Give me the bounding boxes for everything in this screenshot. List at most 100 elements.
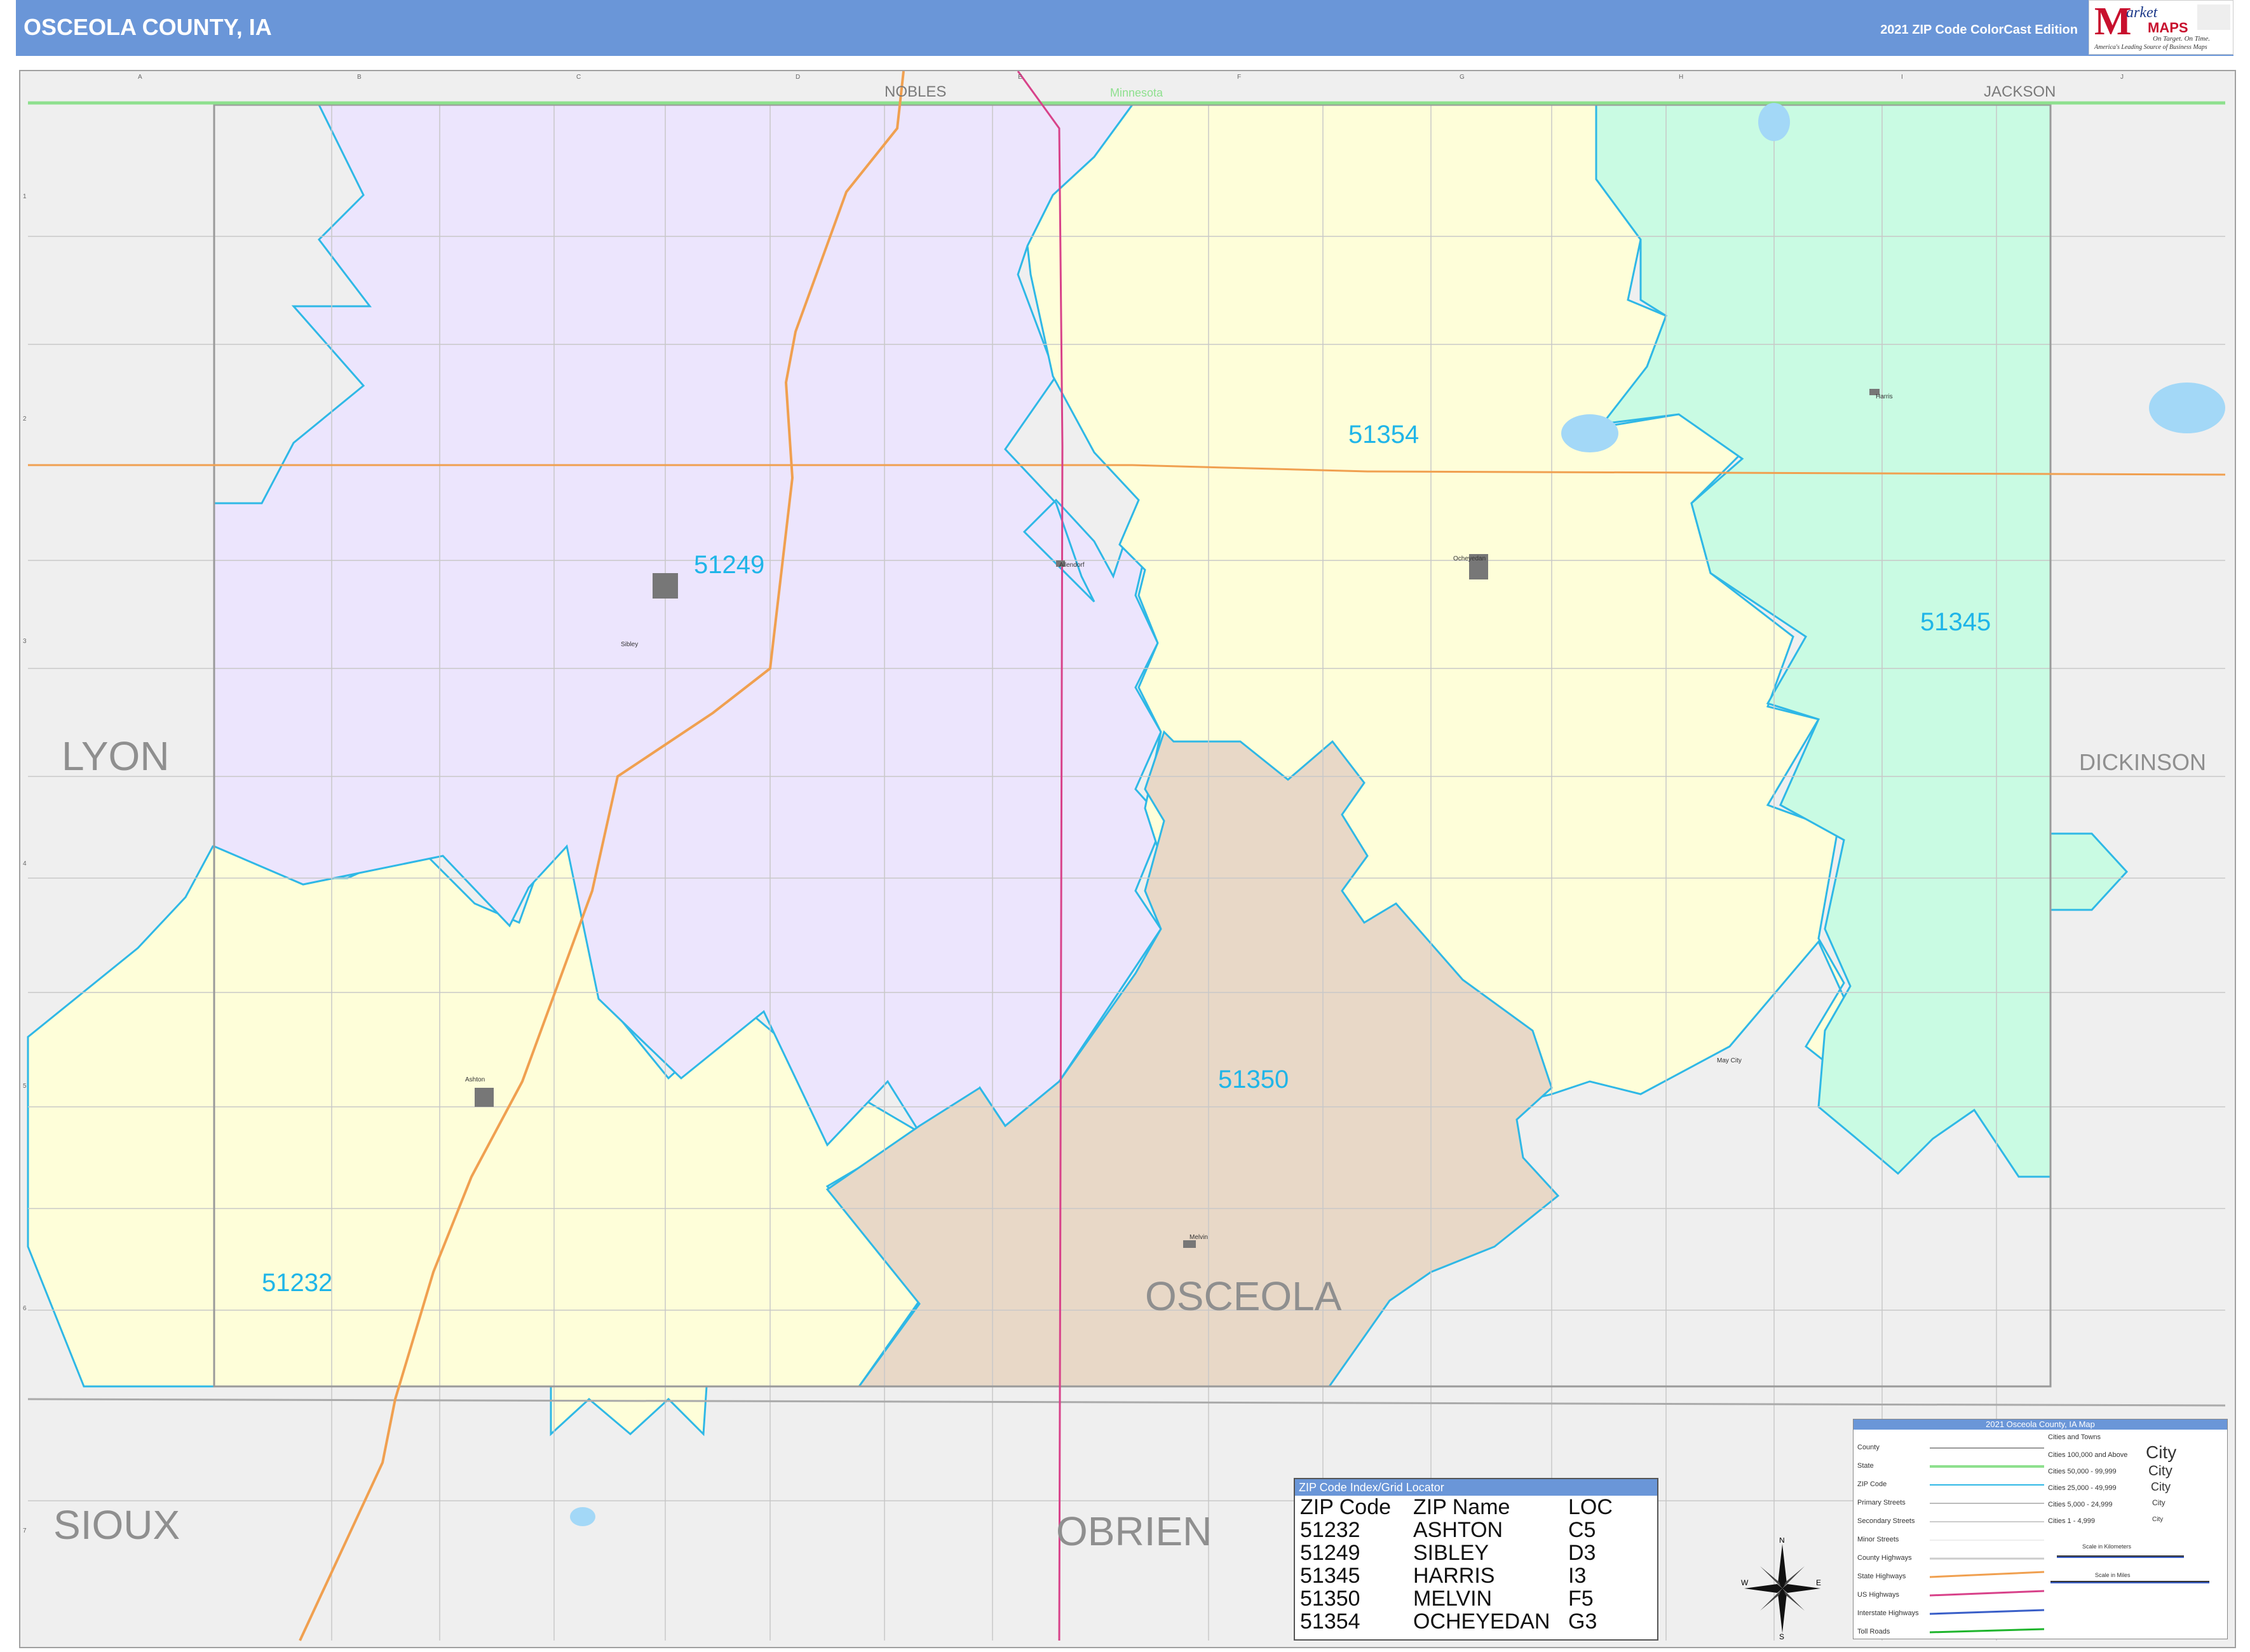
cell-loc: G3 (1568, 1609, 1597, 1634)
grid-col-j: J (2120, 74, 2124, 81)
compass-e: E (1816, 1578, 1821, 1587)
grid-row-6: 6 (23, 1305, 27, 1312)
legend-city-sample-4: City (2152, 1498, 2165, 1507)
grid-col-g: G (1460, 74, 1465, 81)
lake-east (2149, 383, 2225, 433)
compass-n: N (1779, 1538, 1785, 1545)
cell-name: ASHTON (1413, 1518, 1503, 1542)
logo-market: arket (2126, 4, 2158, 21)
legend-scale-bars (2050, 1555, 2209, 1583)
cell-loc: F5 (1568, 1587, 1594, 1611)
legend-city-sample-3: City (2151, 1480, 2171, 1493)
map-title: OSCEOLA COUNTY, IA (24, 14, 272, 40)
county-label-lyon: LYON (62, 733, 170, 779)
table-row: 51354 OCHEYEDAN G3 (1295, 1610, 1657, 1633)
zip-index-table: ZIP Code Index/Grid Locator ZIP Code ZIP… (1294, 1478, 1658, 1641)
county-label-obrien: OBRIEN (1056, 1508, 1212, 1554)
legend-item-us-hwy: US Highways (1857, 1591, 1900, 1599)
county-label-osceola: OSCEOLA (1145, 1273, 1342, 1319)
town-label-ashton: Ashton (465, 1076, 485, 1083)
legend-scale-km: Scale in Kilometers (2082, 1543, 2132, 1550)
grid-col-a: A (138, 74, 142, 81)
legend-item-minor: Minor Streets (1857, 1536, 1899, 1543)
legend-item-secondary: Secondary Streets (1857, 1517, 1915, 1525)
contact-box (2197, 4, 2230, 30)
legend-city-25k: Cities 25,000 - 49,999 (2048, 1484, 2117, 1492)
cell-name: MELVIN (1413, 1587, 1493, 1611)
lake-ocheyedan (1561, 414, 1618, 452)
town-label-melvin: Melvin (1189, 1234, 1208, 1241)
legend-city-5k: Cities 5,000 - 24,999 (2048, 1501, 2113, 1508)
grid-col-i: I (1901, 74, 1903, 81)
header-loc: LOC (1568, 1495, 1613, 1519)
market-maps-logo: M arket MAPS On Target. On Time. America… (2089, 0, 2233, 55)
county-label-dickinson: DICKINSON (2079, 749, 2206, 775)
zip-label-51345: 51345 (1920, 608, 1991, 636)
state-label-minnesota: Minnesota (1110, 86, 1163, 99)
header-zip-name: ZIP Name (1413, 1495, 1510, 1519)
legend-city-sample-2: City (2148, 1463, 2172, 1479)
logo-maps: MAPS (2148, 20, 2188, 36)
legend-city-sample-1: City (2146, 1442, 2177, 1462)
table-row: 51350 MELVIN F5 (1295, 1587, 1657, 1610)
zip-label-51249: 51249 (694, 551, 764, 579)
county-label-nobles: NOBLES (884, 83, 946, 100)
map-canvas: LYON DICKINSON SIOUX OBRIEN OSCEOLA NOBL… (20, 71, 2235, 1647)
grid-row-7: 7 (23, 1527, 27, 1534)
legend-city-50k: Cities 50,000 - 99,999 (2048, 1468, 2117, 1475)
cell-loc: I3 (1568, 1564, 1587, 1588)
county-label-jackson: JACKSON (1984, 83, 2056, 100)
legend-item-county: County (1857, 1444, 1880, 1451)
cell-loc: D3 (1568, 1541, 1596, 1565)
legend-item-county-hwy: County Highways (1857, 1554, 1912, 1562)
legend-item-interstate: Interstate Highways (1857, 1609, 1919, 1617)
map-frame: LYON DICKINSON SIOUX OBRIEN OSCEOLA NOBL… (19, 70, 2236, 1648)
grid-col-b: B (357, 74, 362, 81)
legend-city-100k: Cities 100,000 and Above (2048, 1451, 2128, 1459)
zip-index-title: ZIP Code Index/Grid Locator (1295, 1479, 1657, 1496)
lake-north (1758, 103, 1790, 141)
town-label-may-city: May City (1717, 1057, 1742, 1064)
legend-item-state: State (1857, 1462, 1874, 1470)
cell-zip: 51354 (1300, 1609, 1360, 1634)
county-label-sioux: SIOUX (53, 1502, 180, 1548)
compass-w: W (1741, 1578, 1749, 1587)
legend-swatches (1930, 1447, 2045, 1634)
grid-col-f: F (1237, 74, 1241, 81)
cell-name: HARRIS (1413, 1564, 1495, 1588)
table-row: 51249 SIBLEY D3 (1295, 1541, 1657, 1564)
cell-name: OCHEYEDAN (1413, 1609, 1550, 1634)
logo-tagline-2: America's Leading Source of Business Map… (2094, 44, 2207, 51)
title-bar: OSCEOLA COUNTY, IA 2021 ZIP Code ColorCa… (16, 0, 2233, 56)
edition-label: 2021 ZIP Code ColorCast Edition (1880, 23, 2078, 37)
header-zip-code: ZIP Code (1300, 1495, 1392, 1519)
zip-label-51350: 51350 (1218, 1066, 1289, 1093)
cell-loc: C5 (1568, 1518, 1596, 1542)
grid-row-5: 5 (23, 1083, 27, 1090)
grid-row-2: 2 (23, 416, 27, 423)
cell-zip: 51232 (1300, 1518, 1360, 1542)
grid-col-h: H (1679, 74, 1683, 81)
town-label-allendorf: Allendorf (1059, 562, 1085, 569)
town-label-sibley: Sibley (621, 641, 638, 648)
legend-cities-header: Cities and Towns (2048, 1433, 2101, 1441)
zip-label-51232: 51232 (262, 1269, 332, 1297)
grid-col-c: C (576, 74, 581, 81)
compass-rose-icon: N S W E (1741, 1538, 1821, 1639)
grid-row-4: 4 (23, 860, 27, 867)
grid-col-e: E (1018, 74, 1022, 81)
town-label-ocheyedan: Ocheyedan (1453, 555, 1486, 562)
zip-label-51354: 51354 (1348, 421, 1419, 449)
grid-row-1: 1 (23, 193, 27, 200)
logo-tagline: On Target. On Time. (2153, 35, 2210, 43)
cell-name: SIBLEY (1413, 1541, 1489, 1565)
town-label-harris: Harris (1876, 393, 1893, 400)
table-row: 51345 HARRIS I3 (1295, 1564, 1657, 1587)
grid-col-d: D (796, 74, 800, 81)
cell-zip: 51345 (1300, 1564, 1360, 1588)
lake-south (570, 1507, 595, 1526)
compass-s: S (1779, 1632, 1784, 1639)
legend-item-zip: ZIP Code (1857, 1480, 1887, 1488)
grid-row-3: 3 (23, 638, 27, 645)
legend-item-toll: Toll Roads (1857, 1628, 1890, 1635)
